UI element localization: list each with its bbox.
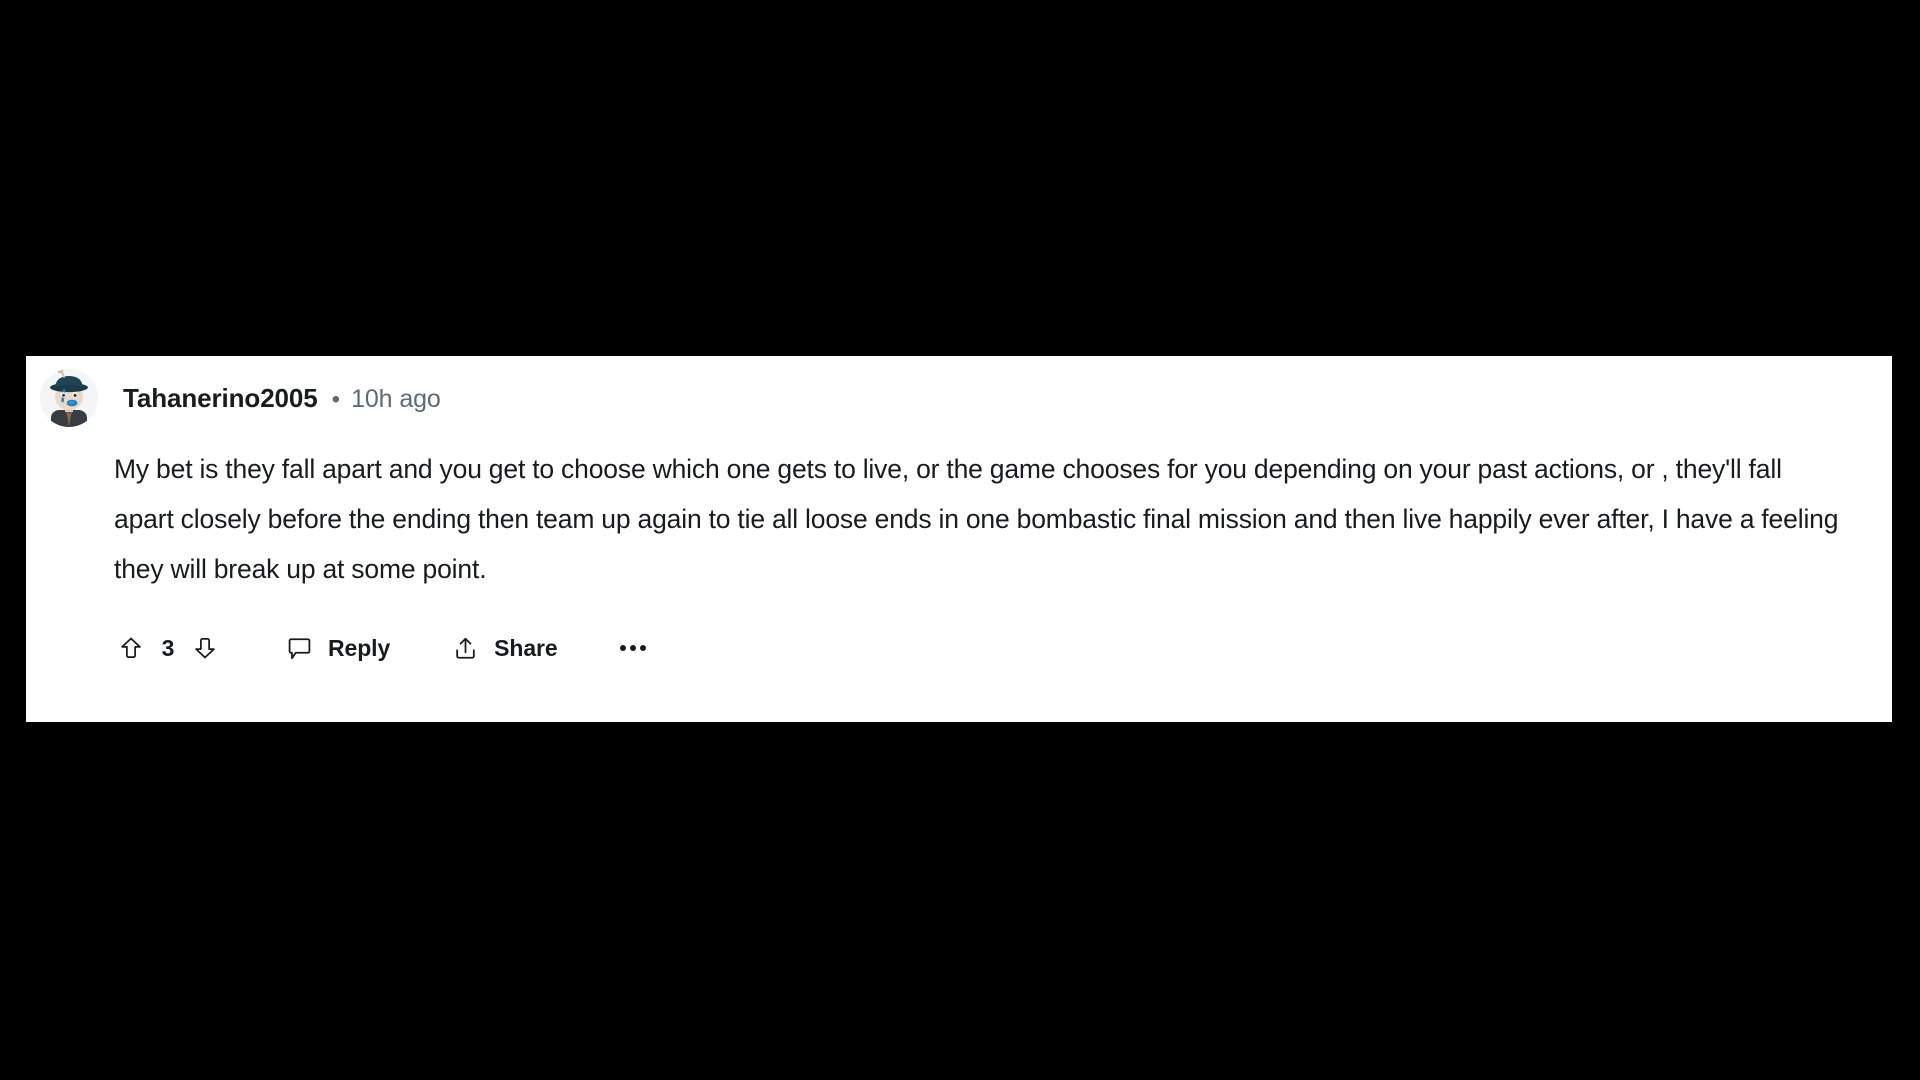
share-label: Share xyxy=(494,634,558,661)
reddit-snoo-avatar-icon xyxy=(40,369,98,427)
comment-bubble-icon xyxy=(288,637,310,659)
arrow-up-icon xyxy=(121,637,141,658)
comment-bubble-icon-wrap xyxy=(284,633,314,663)
comment-card: Tahanerino2005 • 10h ago My bet is they … xyxy=(26,356,1892,722)
upvote-button[interactable] xyxy=(114,631,148,665)
ellipsis-dot xyxy=(619,645,626,651)
share-button[interactable]: Share xyxy=(450,633,558,663)
more-options-button[interactable] xyxy=(616,633,650,663)
avatar[interactable] xyxy=(40,369,98,427)
arrow-down-icon xyxy=(195,638,215,659)
comment-text: My bet is they fall apart and you get to… xyxy=(114,454,1839,584)
share-upload-icon xyxy=(455,637,475,659)
ellipsis-dot xyxy=(629,645,636,651)
reply-label: Reply xyxy=(328,634,391,661)
comment-timestamp: 10h ago xyxy=(351,384,441,413)
vote-group: 3 xyxy=(114,631,222,665)
byline-separator: • xyxy=(331,385,341,413)
screen-root: Tahanerino2005 • 10h ago My bet is they … xyxy=(0,0,1920,1080)
ellipsis-icon xyxy=(616,633,650,663)
ellipsis-dot xyxy=(639,645,646,651)
comment-header: Tahanerino2005 • 10h ago xyxy=(40,369,441,427)
comment-action-bar: 3 Reply Share xyxy=(114,624,650,672)
byline: Tahanerino2005 • 10h ago xyxy=(123,383,441,414)
comment-author[interactable]: Tahanerino2005 xyxy=(123,383,318,414)
reply-button[interactable]: Reply xyxy=(284,633,390,663)
downvote-button[interactable] xyxy=(188,631,222,665)
vote-count: 3 xyxy=(161,634,175,661)
share-upload-icon-wrap xyxy=(450,633,480,663)
